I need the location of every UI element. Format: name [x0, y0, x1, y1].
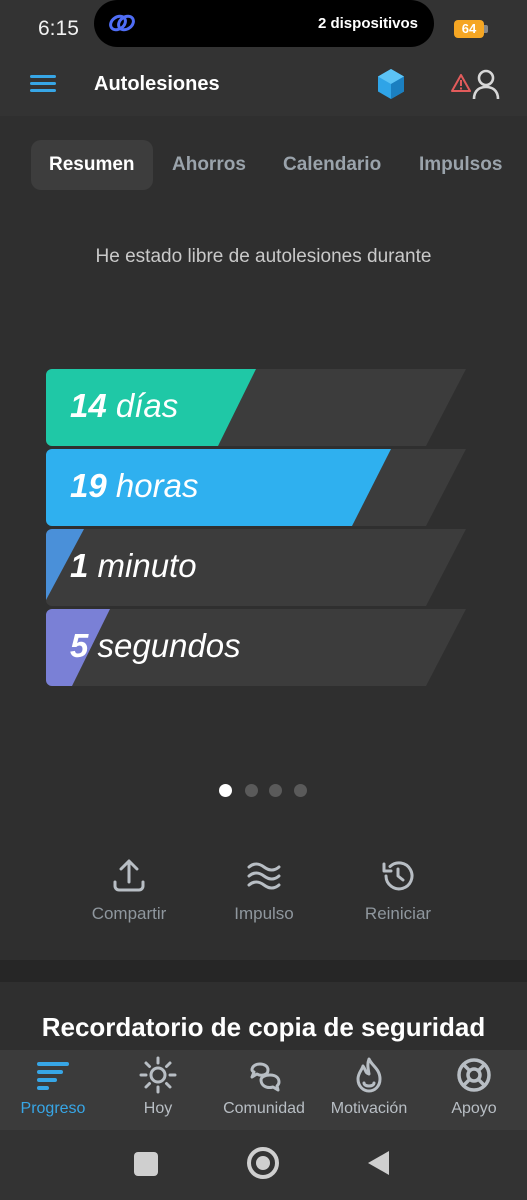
community-chat-icon — [250, 1062, 281, 1092]
lifebuoy-icon — [457, 1058, 491, 1092]
dynamic-island[interactable]: 2 dispositivos — [94, 0, 434, 47]
nav-motivacion[interactable]: Motivación — [319, 1056, 419, 1118]
page-dot-2[interactable] — [245, 784, 258, 797]
home-icon[interactable] — [247, 1147, 279, 1179]
page-indicator — [219, 784, 311, 798]
recent-apps-icon[interactable] — [134, 1152, 158, 1176]
share-button[interactable]: Compartir — [64, 858, 194, 924]
bottom-nav: Progreso Hoy Comunidad Motivación Apoyo — [0, 1050, 527, 1130]
history-reset-icon — [382, 861, 414, 891]
tab-calendario[interactable]: Calendario — [283, 140, 381, 190]
nav-hoy-label: Hoy — [143, 1100, 173, 1117]
counter-minutes-unit: minuto — [97, 547, 197, 584]
backup-reminder-title: Recordatorio de copia de seguridad — [41, 1012, 486, 1042]
battery-tip — [484, 25, 488, 33]
page-dot-3[interactable] — [269, 784, 282, 797]
summary-headline: He estado libre de autolesiones durante — [95, 246, 432, 267]
app-header: Autolesiones — [0, 56, 527, 116]
battery-level: 64 — [454, 20, 484, 38]
reset-button[interactable]: Reiniciar — [333, 858, 463, 924]
counter-days-unit: días — [115, 387, 179, 424]
progress-bars-icon — [37, 1062, 69, 1090]
counter-seconds-value: 5 — [70, 627, 89, 664]
system-nav-bar — [0, 1130, 527, 1200]
nav-apoyo[interactable]: Apoyo — [424, 1056, 524, 1118]
tab-ahorros[interactable]: Ahorros — [172, 140, 246, 190]
counter-hours-unit: horas — [115, 467, 199, 504]
share-label: Compartir — [91, 904, 167, 923]
nav-progreso-label: Progreso — [20, 1100, 86, 1117]
counter-seconds-unit: segundos — [97, 627, 241, 664]
back-icon[interactable] — [368, 1151, 389, 1175]
counter-hours: 19 horas — [46, 449, 466, 526]
urge-button[interactable]: Impulso — [199, 858, 329, 924]
page-title: Autolesiones — [94, 73, 220, 95]
nav-comunidad[interactable]: Comunidad — [214, 1056, 314, 1118]
share-upload-icon — [113, 859, 145, 892]
devices-label: 2 dispositivos — [317, 15, 418, 32]
tab-resumen[interactable]: Resumen — [31, 140, 153, 190]
page-dot-1[interactable] — [219, 784, 232, 797]
counter-minutes: 1 minuto — [46, 529, 466, 606]
status-bar: 6:15 2 dispositivos 64 — [0, 0, 527, 56]
tab-bar: Resumen Ahorros Calendario Impulsos — [0, 140, 527, 192]
nav-comunidad-label: Comunidad — [223, 1100, 305, 1117]
nav-progreso[interactable]: Progreso — [3, 1056, 103, 1118]
reset-label: Reiniciar — [364, 904, 432, 923]
hexagon-app-icon[interactable] — [377, 68, 405, 105]
status-time: 6:15 — [38, 17, 79, 40]
counter-days-value: 14 — [70, 387, 107, 424]
sun-icon — [139, 1056, 177, 1094]
urge-label: Impulso — [234, 904, 294, 923]
battery-icon: 64 — [454, 20, 488, 38]
counter-minutes-value: 1 — [70, 547, 89, 584]
tab-impulsos[interactable]: Impulsos — [419, 140, 502, 190]
user-icon[interactable] — [472, 68, 500, 105]
link-icon — [108, 10, 136, 41]
nav-motivacion-label: Motivación — [330, 1100, 408, 1117]
flame-icon — [356, 1057, 382, 1093]
nav-apoyo-label: Apoyo — [451, 1100, 497, 1117]
waves-icon — [247, 862, 281, 890]
counter-days: 14 días — [46, 369, 466, 446]
hamburger-menu-icon[interactable] — [30, 75, 56, 97]
page-dot-4[interactable] — [294, 784, 307, 797]
nav-hoy[interactable]: Hoy — [108, 1056, 208, 1118]
warning-icon[interactable] — [451, 74, 471, 97]
counter-seconds: 5 segundos — [46, 609, 466, 686]
counter-hours-value: 19 — [70, 467, 107, 504]
